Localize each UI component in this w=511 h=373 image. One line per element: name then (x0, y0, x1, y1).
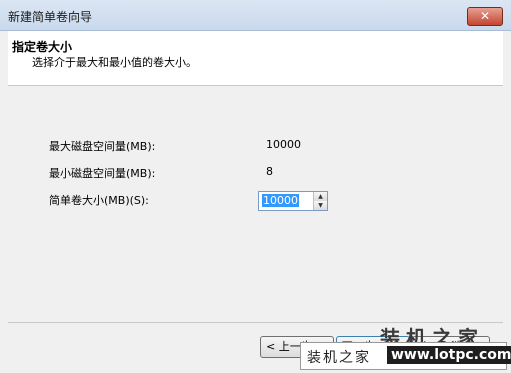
chevron-up-icon: ▲ (318, 193, 323, 200)
min-space-label: 最小磁盘空间量(MB): (49, 167, 156, 180)
title-bar: 新建简单卷向导 ✕ (0, 0, 511, 31)
wizard-body: 最大磁盘空间量(MB): 10000 最小磁盘空间量(MB): 8 简单卷大小(… (8, 86, 503, 322)
watermark-banner: 装机之家 www.lotpc.com (300, 342, 511, 370)
close-button[interactable]: ✕ (467, 7, 503, 26)
chevron-down-icon: ▼ (318, 202, 323, 209)
page-subtitle: 选择介于最大和最小值的卷大小。 (32, 56, 197, 69)
close-icon: ✕ (479, 9, 491, 23)
page-title: 指定卷大小 (12, 40, 73, 54)
stepper-down-button[interactable]: ▼ (314, 201, 327, 210)
volume-size-stepper[interactable]: 10000 ▲ ▼ (258, 191, 328, 211)
window-title: 新建简单卷向导 (8, 10, 93, 24)
max-space-value: 10000 (266, 138, 301, 151)
watermark-url: www.lotpc.com (387, 346, 511, 364)
min-space-value: 8 (266, 165, 273, 178)
watermark-text: 装机之家 (307, 350, 371, 366)
stepper-buttons: ▲ ▼ (313, 192, 327, 210)
volume-size-label: 简单卷大小(MB)(S): (49, 194, 149, 207)
volume-size-input[interactable]: 10000 (262, 194, 299, 207)
max-space-label: 最大磁盘空间量(MB): (49, 140, 156, 153)
wizard-header: 指定卷大小 选择介于最大和最小值的卷大小。 (8, 31, 503, 86)
